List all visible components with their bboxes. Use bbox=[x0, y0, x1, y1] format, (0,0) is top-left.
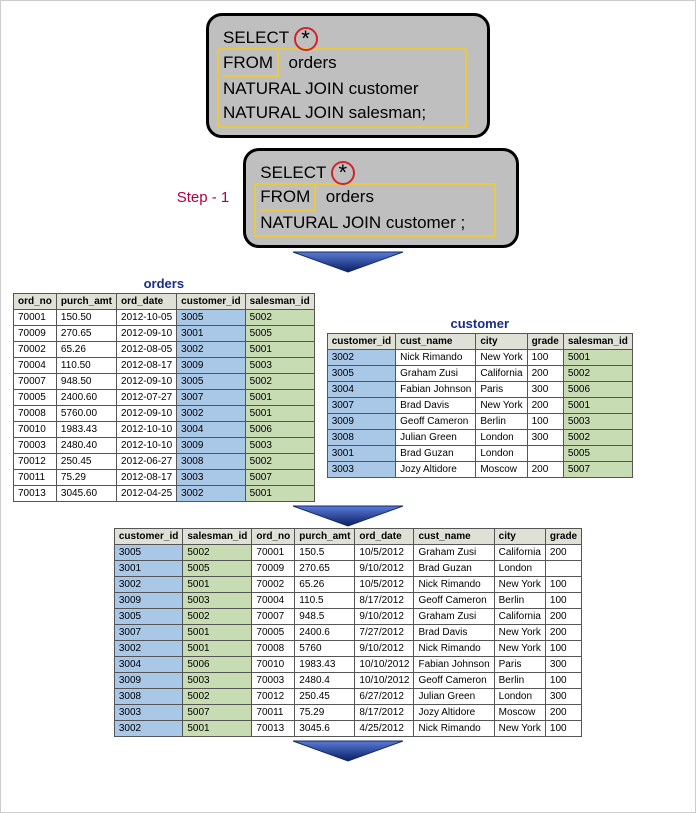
arrow-down-icon bbox=[288, 502, 408, 528]
table-row: 3001Brad GuzanLondon5005 bbox=[327, 446, 632, 462]
table-row: 3008Julian GreenLondon3005002 bbox=[327, 430, 632, 446]
col-header: city bbox=[494, 529, 545, 545]
table-row: 3005500270007948.59/10/2012Graham ZusiCa… bbox=[114, 609, 581, 625]
table-row: 30045006700101983.4310/10/2012Fabian Joh… bbox=[114, 657, 581, 673]
asterisk-icon: * bbox=[331, 161, 355, 185]
table-row: 7000265.262012-08-0530025001 bbox=[14, 342, 315, 358]
table-row: 3009Geoff CameronBerlin1005003 bbox=[327, 414, 632, 430]
customer-title: customer bbox=[327, 316, 633, 331]
col-header: customer_id bbox=[327, 334, 395, 350]
sql-line: NATURAL JOIN customer bbox=[223, 77, 473, 101]
orders-title: orders bbox=[13, 276, 315, 291]
table-row: 3001500570009270.659/10/2012Brad GuzanLo… bbox=[114, 561, 581, 577]
col-header: ord_no bbox=[14, 294, 57, 310]
joined-table: customer_idsalesman_idord_nopurch_amtord… bbox=[114, 528, 582, 737]
col-header: grade bbox=[545, 529, 581, 545]
table-row: 700085760.002012-09-1030025001 bbox=[14, 406, 315, 422]
col-header: salesman_id bbox=[563, 334, 632, 350]
col-header: grade bbox=[527, 334, 563, 350]
table-row: 7001175.292012-08-1730035007 bbox=[14, 470, 315, 486]
col-header: ord_date bbox=[355, 529, 414, 545]
table-row: 3002Nick RimandoNew York1005001 bbox=[327, 350, 632, 366]
step-label: Step - 1 bbox=[177, 189, 230, 206]
table-row: 3009500370004110.58/17/2012Geoff Cameron… bbox=[114, 593, 581, 609]
col-header: city bbox=[476, 334, 527, 350]
table-row: 3008500270012250.456/27/2012Julian Green… bbox=[114, 689, 581, 705]
table-row: 70012250.452012-06-2730085002 bbox=[14, 454, 315, 470]
table-row: 300350077001175.298/17/2012Jozy Altidore… bbox=[114, 705, 581, 721]
table-row: 70007948.502012-09-1030055002 bbox=[14, 374, 315, 390]
sql-line: FROM orders bbox=[260, 185, 502, 211]
table-row: 700032480.402012-10-1030095003 bbox=[14, 438, 315, 454]
col-header: cust_name bbox=[414, 529, 494, 545]
sql-line: FROM orders bbox=[223, 51, 473, 77]
sql-line: SELECT * bbox=[260, 161, 502, 186]
arrow-down-icon bbox=[288, 248, 408, 274]
sql-box-step1: SELECT * FROM orders NATURAL JOIN custom… bbox=[243, 148, 519, 249]
table-row: 700101983.432012-10-1030045006 bbox=[14, 422, 315, 438]
table-row: 70009270.652012-09-1030015005 bbox=[14, 326, 315, 342]
table-row: 300250017000265.2610/5/2012Nick RimandoN… bbox=[114, 577, 581, 593]
arrow-down-icon bbox=[288, 737, 408, 763]
sql-box-full: SELECT * FROM orders NATURAL JOIN custom… bbox=[206, 13, 490, 138]
col-header: salesman_id bbox=[183, 529, 252, 545]
orders-table: ord_nopurch_amtord_datecustomer_idsalesm… bbox=[13, 293, 315, 502]
asterisk-icon: * bbox=[294, 27, 318, 51]
col-header: ord_date bbox=[117, 294, 177, 310]
col-header: customer_id bbox=[177, 294, 245, 310]
table-row: 300250017000857609/10/2012Nick RimandoNe… bbox=[114, 641, 581, 657]
table-row: 70001150.502012-10-0530055002 bbox=[14, 310, 315, 326]
sql-line: SELECT * bbox=[223, 26, 473, 51]
col-header: salesman_id bbox=[245, 294, 314, 310]
table-row: 3004Fabian JohnsonParis3005006 bbox=[327, 382, 632, 398]
table-row: 700133045.602012-04-2530025001 bbox=[14, 486, 315, 502]
customer-table: customer_idcust_namecitygradesalesman_id… bbox=[327, 333, 633, 478]
sql-line: NATURAL JOIN customer ; bbox=[260, 211, 502, 235]
table-row: 30075001700052400.67/27/2012Brad DavisNe… bbox=[114, 625, 581, 641]
col-header: purch_amt bbox=[56, 294, 116, 310]
table-row: 30095003700032480.410/10/2012Geoff Camer… bbox=[114, 673, 581, 689]
table-row: 3007Brad DavisNew York2005001 bbox=[327, 398, 632, 414]
col-header: ord_no bbox=[252, 529, 295, 545]
table-row: 30025001700133045.64/25/2012Nick Rimando… bbox=[114, 721, 581, 737]
col-header: customer_id bbox=[114, 529, 182, 545]
table-row: 3005500270001150.510/5/2012Graham ZusiCa… bbox=[114, 545, 581, 561]
table-row: 70004110.502012-08-1730095003 bbox=[14, 358, 315, 374]
table-row: 3005Graham ZusiCalifornia2005002 bbox=[327, 366, 632, 382]
col-header: cust_name bbox=[396, 334, 476, 350]
table-row: 3003Jozy AltidoreMoscow2005007 bbox=[327, 462, 632, 478]
sql-line: NATURAL JOIN salesman; bbox=[223, 101, 473, 125]
table-row: 700052400.602012-07-2730075001 bbox=[14, 390, 315, 406]
col-header: purch_amt bbox=[295, 529, 355, 545]
